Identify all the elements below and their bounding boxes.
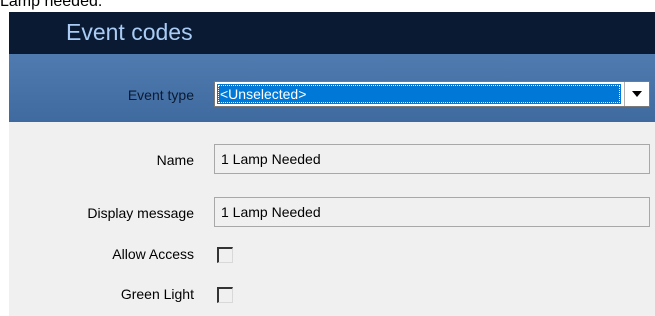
allow-access-label: Allow Access [112, 246, 194, 262]
allow-access-checkbox[interactable] [217, 247, 233, 263]
chevron-down-icon [632, 91, 642, 97]
title-bar: Event codes [9, 12, 655, 54]
event-type-select[interactable]: <Unselected> [214, 81, 650, 107]
display-message-field[interactable]: 1 Lamp Needed [214, 197, 650, 227]
filter-bar: Event type <Unselected> [9, 54, 655, 122]
event-type-selected-value[interactable]: <Unselected> [217, 84, 621, 104]
event-type-dropdown-button[interactable] [624, 82, 649, 106]
green-light-label: Green Light [120, 286, 194, 302]
display-message-label: Display message [87, 205, 194, 221]
name-field[interactable]: 1 Lamp Needed [214, 144, 650, 174]
page-caption: Lamp needed. [0, 0, 103, 10]
window-title: Event codes [66, 19, 193, 45]
name-label: Name [156, 152, 194, 168]
event-type-label: Event type [127, 87, 194, 103]
green-light-checkbox[interactable] [217, 287, 233, 303]
event-codes-window: Event codes Event type <Unselected> Name… [9, 12, 655, 316]
